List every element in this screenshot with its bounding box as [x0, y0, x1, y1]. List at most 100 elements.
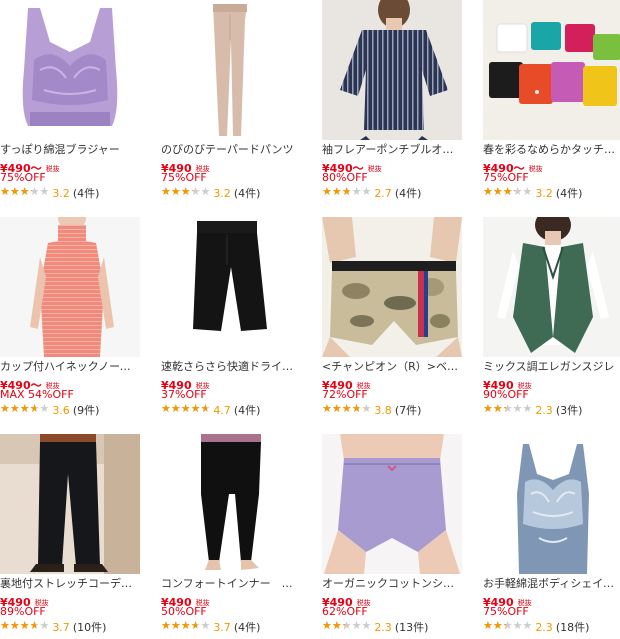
rating-score: 3.6	[52, 404, 70, 417]
star-rating-icon: ★★★★★★★★★★	[161, 619, 211, 632]
product-name[interactable]: すっぽり綿混ブラジャー	[0, 143, 140, 157]
review-count: (7件)	[394, 404, 422, 417]
product-image-black-leggings[interactable]	[161, 434, 301, 574]
product-image-green-knit-vest[interactable]	[483, 217, 620, 357]
price-row: ¥490 税抜	[161, 374, 210, 392]
review-count: (10件)	[72, 621, 107, 634]
product-card[interactable]: 春を彩るなめらかタッチセーター ¥490〜税抜 75%OFF ★★★★★★★★★…	[483, 0, 620, 205]
star-rating-icon: ★★★★★★★★★★	[322, 402, 372, 415]
product-card[interactable]: オーガニックコットンショーツ ¥490税抜 62%OFF ★★★★★★★★★★2…	[322, 434, 462, 639]
review-count: (4件)	[233, 404, 261, 417]
product-name[interactable]: のびのびテーパードパンツ	[161, 143, 301, 157]
review-count: (4件)	[394, 187, 422, 200]
product-card[interactable]: ミックス調エレガンスジレ ¥490税抜 90%OFF ★★★★★★★★★★2.3…	[483, 217, 620, 422]
star-rating-icon: ★★★★★★★★★★	[0, 619, 50, 632]
product-card[interactable]: 速乾さらさら快適ドライインナー ¥490税抜 37%OFF ★★★★★★★★★★…	[161, 217, 301, 422]
rating-score: 3.7	[52, 621, 70, 634]
price-row: ¥490 税抜	[0, 591, 49, 609]
review-count: (4件)	[233, 621, 261, 634]
discount-label: 75%OFF	[483, 605, 529, 618]
discount-label: MAX 54%OFF	[0, 388, 74, 401]
rating-row: ★★★★★★★★★★3.7(10件)	[0, 619, 107, 634]
price-row: ¥490 税抜	[322, 591, 371, 609]
discount-label: 50%OFF	[161, 605, 207, 618]
product-card[interactable]: コンフォートインナー ロングパンツ ¥490税抜 50%OFF ★★★★★★★★…	[161, 434, 301, 639]
product-name[interactable]: 速乾さらさら快適ドライインナー	[161, 360, 301, 374]
rating-row: ★★★★★★★★★★3.6(9件)	[0, 402, 100, 417]
rating-row: ★★★★★★★★★★3.7(4件)	[161, 619, 261, 634]
product-image-mens-black-pants[interactable]	[0, 434, 140, 574]
price-row: ¥490〜 税抜	[483, 157, 543, 175]
product-image-colorful-sweaters[interactable]	[483, 0, 620, 140]
product-card[interactable]: のびのびテーパードパンツ ¥490税抜 75%OFF ★★★★★★★★★★3.2…	[161, 0, 301, 205]
black-leggings-image	[161, 434, 301, 574]
price-row: ¥490〜 税抜	[322, 157, 382, 175]
lavender-lace-bra-image	[0, 0, 140, 140]
product-name[interactable]: ミックス調エレガンスジレ	[483, 360, 620, 374]
product-image-blue-lace-shaper[interactable]	[483, 434, 620, 574]
product-name[interactable]: <チャンピオン（R）>ベーシック	[322, 360, 462, 374]
rating-score: 3.2	[52, 187, 70, 200]
green-knit-vest-image	[483, 217, 620, 357]
discount-label: 89%OFF	[0, 605, 46, 618]
product-name[interactable]: コンフォートインナー ロングパンツ	[161, 577, 301, 591]
product-name[interactable]: お手軽綿混ボディシェイパー	[483, 577, 620, 591]
rating-row: ★★★★★★★★★★2.7(4件)	[322, 185, 422, 200]
review-count: (4件)	[555, 187, 583, 200]
product-card[interactable]: 袖フレアーポンチブルオーバー ¥490〜税抜 80%OFF ★★★★★★★★★★…	[322, 0, 462, 205]
star-rating-icon: ★★★★★★★★★★	[322, 185, 372, 198]
blue-lace-shaper-image	[483, 434, 620, 574]
review-count: (18件)	[555, 621, 590, 634]
rating-row: ★★★★★★★★★★2.3(18件)	[483, 619, 590, 634]
discount-label: 37%OFF	[161, 388, 207, 401]
star-rating-icon: ★★★★★★★★★★	[0, 185, 50, 198]
discount-label: 75%OFF	[0, 171, 46, 184]
star-rating-icon: ★★★★★★★★★★	[483, 619, 533, 632]
product-name[interactable]: オーガニックコットンショーツ	[322, 577, 462, 591]
review-count: (4件)	[233, 187, 261, 200]
price-row: ¥490〜 税抜	[0, 157, 60, 175]
price-row: ¥490 税抜	[161, 157, 210, 175]
rating-score: 2.3	[535, 404, 553, 417]
beige-tapered-pants-image	[161, 0, 301, 140]
star-rating-icon: ★★★★★★★★★★	[161, 402, 211, 415]
product-image-beige-tapered-pants[interactable]	[161, 0, 301, 140]
tax-label: 税抜	[528, 165, 543, 173]
rating-row: ★★★★★ ★★★★★ 4.7 (4件)	[161, 402, 261, 417]
star-rating-icon: ★★★★★★★★★★	[0, 402, 50, 415]
rating-row: ★★★★★★★★★★3.8(7件)	[322, 402, 422, 417]
rating-row: ★★★★★★★★★★3.2(4件)	[0, 185, 100, 200]
review-count: (4件)	[72, 187, 100, 200]
review-count: (3件)	[555, 404, 583, 417]
navy-striped-pullover-image	[322, 0, 462, 140]
product-card[interactable]: カップ付ハイネックノースリーブ ¥490〜税抜 MAX 54%OFF ★★★★★…	[0, 217, 140, 422]
product-image-navy-striped-pullover[interactable]	[322, 0, 462, 140]
star-rating-icon: ★★★★★★★★★★	[483, 185, 533, 198]
product-card[interactable]: すっぽり綿混ブラジャー ¥490〜税抜 75%OFF ★★★★★★★★★★3.2…	[0, 0, 140, 205]
rating-row: ★★★★★★★★★★3.2(4件)	[483, 185, 583, 200]
lavender-shorts-image	[322, 434, 462, 574]
camo-boxer-shorts-image	[322, 217, 462, 357]
product-name[interactable]: 袖フレアーポンチブルオーバー	[322, 143, 462, 157]
rating-score: 4.7	[213, 404, 231, 417]
product-name[interactable]: 裏地付ストレッチコーデュロイパンツ	[0, 577, 140, 591]
discount-label: 75%OFF	[161, 171, 207, 184]
product-image-coral-sleeveless-top[interactable]	[0, 217, 140, 357]
rating-score: 3.7	[213, 621, 231, 634]
product-image-camo-boxer-shorts[interactable]	[322, 217, 462, 357]
tax-label: 税抜	[45, 165, 60, 173]
rating-score: 2.3	[374, 621, 392, 634]
review-count: (9件)	[72, 404, 100, 417]
product-card[interactable]: 裏地付ストレッチコーデュロイパンツ ¥490税抜 89%OFF ★★★★★★★★…	[0, 434, 140, 639]
review-count: (13件)	[394, 621, 429, 634]
product-card[interactable]: お手軽綿混ボディシェイパー ¥490税抜 75%OFF ★★★★★★★★★★2.…	[483, 434, 620, 639]
black-cropped-pants-image	[161, 217, 301, 357]
product-name[interactable]: カップ付ハイネックノースリーブ	[0, 360, 140, 374]
discount-label: 80%OFF	[322, 171, 368, 184]
product-image-black-cropped-pants[interactable]	[161, 217, 301, 357]
product-image-lavender-lace-bra[interactable]	[0, 0, 140, 140]
price-row: ¥490 税抜	[161, 591, 210, 609]
product-card[interactable]: <チャンピオン（R）>ベーシック ¥490税抜 72%OFF ★★★★★★★★★…	[322, 217, 462, 422]
product-image-lavender-shorts[interactable]	[322, 434, 462, 574]
product-name[interactable]: 春を彩るなめらかタッチセーター	[483, 143, 620, 157]
